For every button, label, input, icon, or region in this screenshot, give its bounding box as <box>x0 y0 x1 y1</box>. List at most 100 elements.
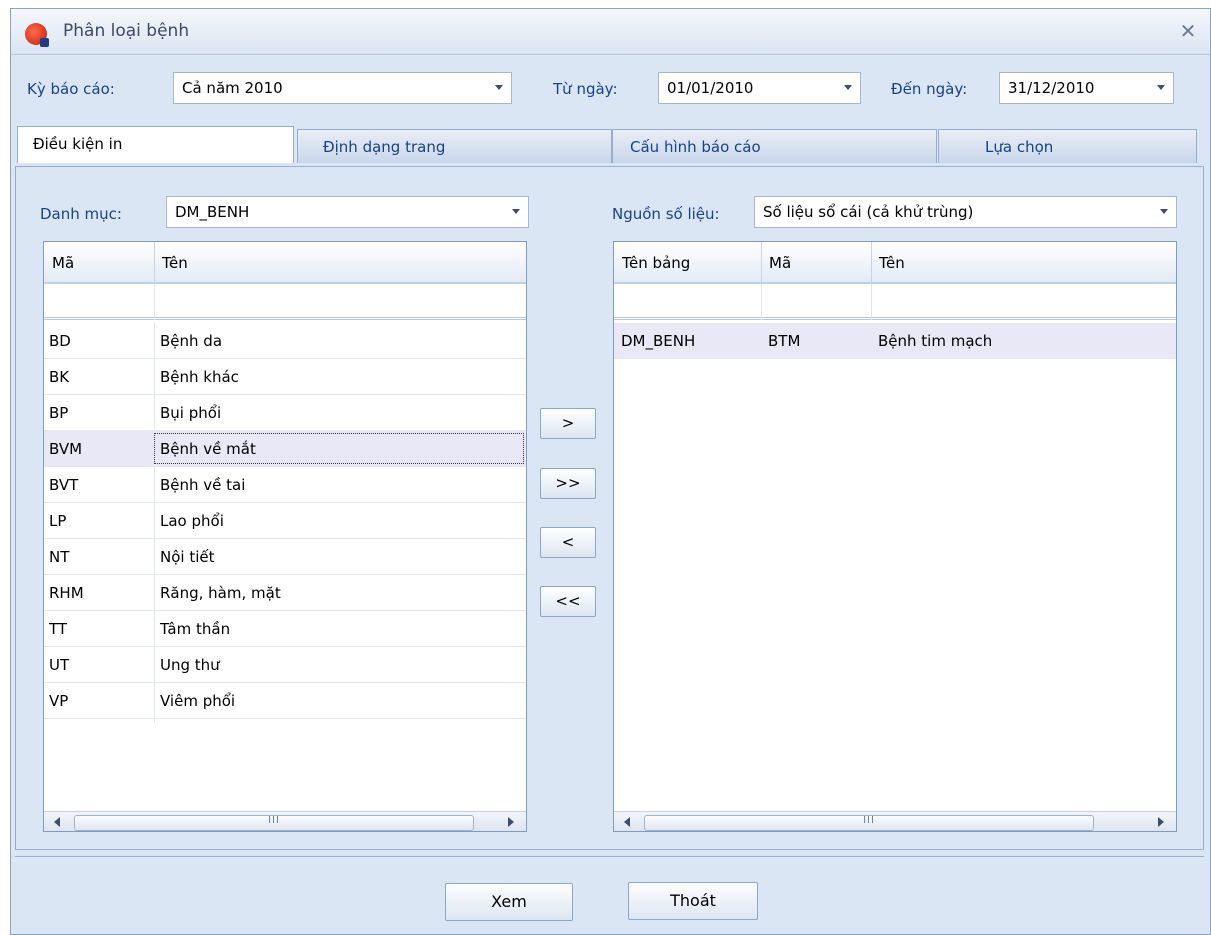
move-all-right-button[interactable]: >> <box>540 468 596 499</box>
cell-ten: Lao phổi <box>160 512 224 530</box>
from-date-value: 01/01/2010 <box>667 79 754 97</box>
table-row[interactable]: TT Tâm thần <box>44 611 526 647</box>
scroll-right-icon[interactable] <box>508 817 514 827</box>
title-bar: Phân loại bệnh ✕ <box>11 9 1210 55</box>
table-row[interactable]: NT Nội tiết <box>44 539 526 575</box>
cell-ten: Tâm thần <box>160 620 231 638</box>
tab-label: Lựa chọn <box>985 138 1054 156</box>
dialog-window: Phân loại bệnh ✕ Kỳ báo cáo: Cả năm 2010… <box>10 8 1211 935</box>
close-icon[interactable]: ✕ <box>1175 18 1201 44</box>
cell-ma: UT <box>49 656 70 674</box>
left-rows: BD Bệnh da BK Bệnh khác BP Bụi phổi BVM … <box>44 323 526 723</box>
filter-cell-ma[interactable] <box>44 284 155 320</box>
cell-ten: Bụi phổi <box>160 404 222 422</box>
tab-label: Điều kiện in <box>33 135 123 153</box>
cell-ten: Răng, hàm, mặt <box>160 584 281 602</box>
category-grid: Mã Tên BD Bệnh da BK Bệnh khác BP Bụi ph… <box>43 241 527 832</box>
column-header-ma[interactable]: Mã <box>44 242 155 284</box>
cell-ma: BP <box>49 404 69 422</box>
chevron-down-icon <box>495 85 503 90</box>
to-date-picker[interactable]: 31/12/2010 <box>999 72 1174 104</box>
scroll-left-icon[interactable] <box>624 817 630 827</box>
table-row[interactable]: UT Ung thư <box>44 647 526 683</box>
move-right-button[interactable]: > <box>540 408 596 439</box>
table-row[interactable]: BP Bụi phổi <box>44 395 526 431</box>
tab-page-format[interactable]: Định dạng trang <box>297 129 612 163</box>
tab-label: Cấu hình báo cáo <box>630 138 761 156</box>
cell-ma: VP <box>49 692 69 710</box>
scroll-right-icon[interactable] <box>1158 817 1164 827</box>
cell-ma: BVM <box>49 440 83 458</box>
chevron-down-icon <box>512 209 520 214</box>
scroll-thumb[interactable]: III <box>74 815 474 831</box>
filter-row[interactable] <box>44 284 526 320</box>
column-header-ten[interactable]: Tên <box>154 242 526 284</box>
filter-cell-ma[interactable] <box>761 284 872 320</box>
cell-ma: NT <box>49 548 70 566</box>
tab-panel: Danh mục: DM_BENH Mã Tên BD Bệnh da BK B… <box>15 166 1204 850</box>
tab-report-config[interactable]: Cấu hình báo cáo <box>612 129 937 163</box>
scroll-thumb[interactable]: III <box>644 815 1094 831</box>
cell-ma: TT <box>49 620 68 638</box>
cell-ma: BTM <box>768 332 801 350</box>
grid-header: Mã Tên <box>44 242 526 284</box>
cell-ten: Bệnh về mắt <box>160 440 256 458</box>
chevron-down-icon <box>844 85 852 90</box>
tab-label: Định dạng trang <box>323 138 446 156</box>
category-combo[interactable]: DM_BENH <box>166 196 529 228</box>
period-value: Cả năm 2010 <box>182 79 283 97</box>
from-date-picker[interactable]: 01/01/2010 <box>658 72 861 104</box>
cell-ten: Bệnh tim mạch <box>878 332 993 350</box>
filter-row[interactable] <box>614 284 1176 320</box>
data-source-value: Số liệu sổ cái (cả khử trùng) <box>763 203 974 221</box>
period-label: Kỳ báo cáo: <box>27 80 115 98</box>
view-button[interactable]: Xem <box>445 883 573 921</box>
cell-ten-bang: DM_BENH <box>621 332 696 350</box>
table-row[interactable]: LP Lao phổi <box>44 503 526 539</box>
category-value: DM_BENH <box>175 203 250 221</box>
cell-ten: Bệnh da <box>160 332 223 350</box>
move-left-button[interactable]: < <box>540 527 596 558</box>
cell-ten: Bệnh về tai <box>160 476 246 494</box>
column-header-ten[interactable]: Tên <box>871 242 1176 284</box>
table-row[interactable]: RHM Răng, hàm, mặt <box>44 575 526 611</box>
window-title: Phân loại bệnh <box>63 21 190 41</box>
app-logo-icon <box>25 23 49 47</box>
cell-ma: RHM <box>49 584 84 602</box>
filter-cell-ten-bang[interactable] <box>614 284 762 320</box>
chevron-down-icon <box>1157 85 1165 90</box>
table-row[interactable]: BD Bệnh da <box>44 323 526 359</box>
cell-ten: Ung thư <box>160 656 220 674</box>
selected-grid: Tên bảng Mã Tên DM_BENH BTM Bệnh tim mạc… <box>613 241 1177 832</box>
category-label: Danh mục: <box>40 205 122 223</box>
scroll-left-icon[interactable] <box>54 817 60 827</box>
cell-ma: BVT <box>49 476 79 494</box>
move-all-left-button[interactable]: << <box>540 586 596 617</box>
cell-ma: BK <box>49 368 70 386</box>
horizontal-scrollbar[interactable]: III <box>614 811 1176 831</box>
to-date-label: Đến ngày: <box>891 80 968 98</box>
cell-ma: BD <box>49 332 71 350</box>
table-row[interactable]: BVT Bệnh về tai <box>44 467 526 503</box>
chevron-down-icon <box>1160 209 1168 214</box>
cell-ten: Nội tiết <box>160 548 215 566</box>
column-header-ten-bang[interactable]: Tên bảng <box>614 242 762 284</box>
table-row-selected[interactable]: DM_BENH BTM Bệnh tim mạch <box>614 323 1176 359</box>
tab-options[interactable]: Lựa chọn <box>938 129 1197 163</box>
grid-header: Tên bảng Mã Tên <box>614 242 1176 284</box>
tab-print-conditions[interactable]: Điều kiện in <box>17 126 294 163</box>
data-source-label: Nguồn số liệu: <box>612 205 720 223</box>
exit-button[interactable]: Thoát <box>628 882 758 920</box>
period-combo[interactable]: Cả năm 2010 <box>173 72 512 104</box>
column-header-ma[interactable]: Mã <box>761 242 872 284</box>
footer-separator <box>15 856 1204 857</box>
table-row[interactable]: VP Viêm phổi <box>44 683 526 719</box>
cell-ten: Bệnh khác <box>160 368 239 386</box>
table-row-selected[interactable]: BVM Bệnh về mắt <box>44 431 526 467</box>
horizontal-scrollbar[interactable]: III <box>44 811 526 831</box>
table-row[interactable]: BK Bệnh khác <box>44 359 526 395</box>
cell-ma: LP <box>49 512 67 530</box>
data-source-combo[interactable]: Số liệu sổ cái (cả khử trùng) <box>754 196 1177 228</box>
to-date-value: 31/12/2010 <box>1008 79 1095 97</box>
cell-ten: Viêm phổi <box>160 692 236 710</box>
